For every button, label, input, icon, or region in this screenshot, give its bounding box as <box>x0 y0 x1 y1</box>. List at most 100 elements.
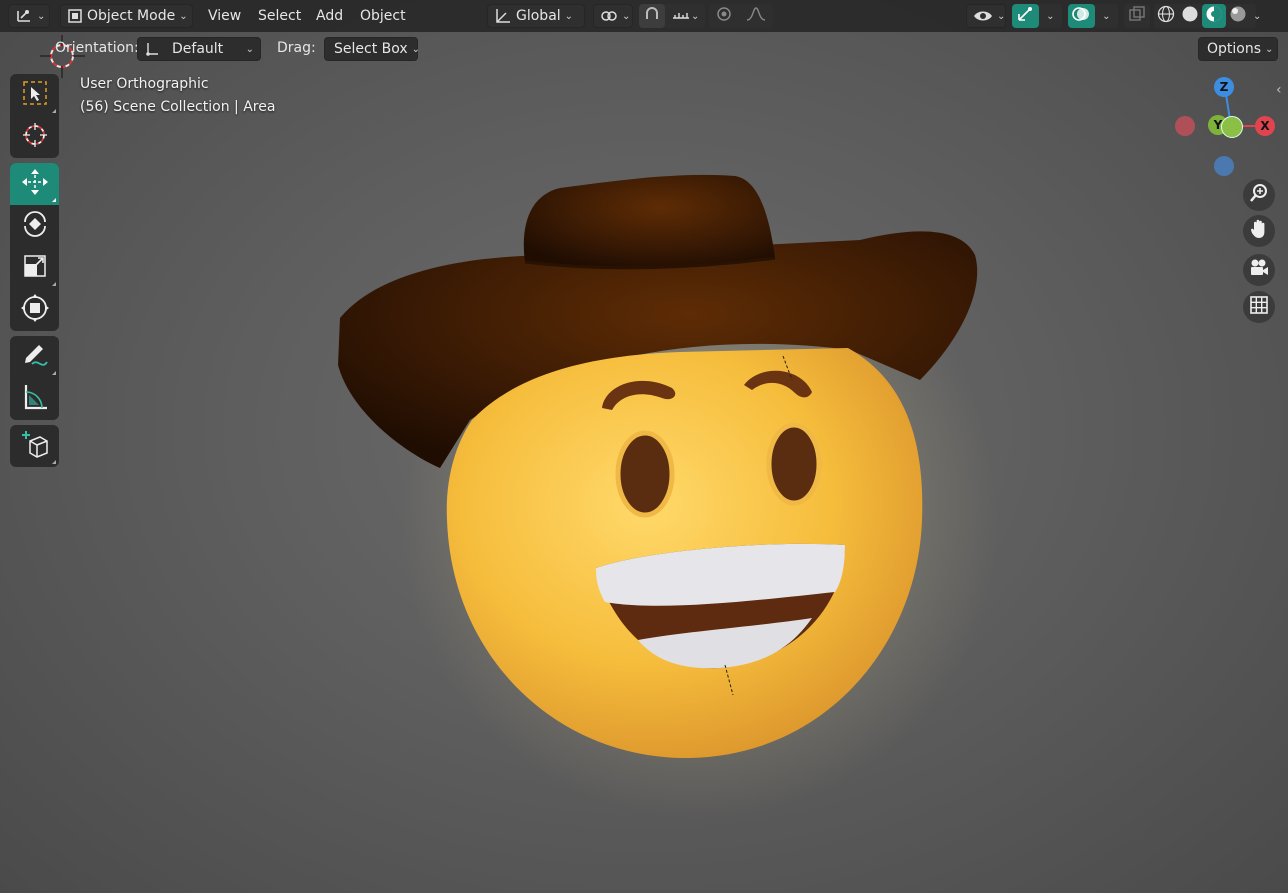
menu-select[interactable]: Select <box>250 4 309 28</box>
shading-material-button[interactable] <box>1202 4 1226 28</box>
chevron-down-icon: ⌄ <box>37 10 46 22</box>
proportional-group <box>709 4 773 28</box>
proportional-edit-icon <box>716 6 732 26</box>
select-box-icon <box>21 79 49 111</box>
viewport-header: ⌄ Object Mode ⌄ View Select Add Object G… <box>0 0 1288 32</box>
pan-button[interactable] <box>1243 215 1275 247</box>
snap-increment-icon <box>671 7 691 25</box>
menu-add[interactable]: Add <box>308 4 351 28</box>
grid-icon <box>1249 295 1269 319</box>
rendered-icon <box>1229 5 1247 27</box>
pivot-link-icon <box>600 9 618 23</box>
menu-view[interactable]: View <box>200 4 249 28</box>
options-dropdown[interactable]: Options ⌄ <box>1198 37 1278 61</box>
snap-toggle[interactable] <box>639 4 666 28</box>
tool-settings-header: Orientation: Default ⌄ Drag: Select Box … <box>0 32 1288 65</box>
snap-icon <box>644 6 660 26</box>
axis-z-button[interactable]: Z <box>1214 77 1234 97</box>
chevron-down-icon: ⌄ <box>245 43 254 55</box>
chevron-down-icon: ⌄ <box>997 10 1006 22</box>
camera-view-button[interactable] <box>1243 254 1275 286</box>
axis-x-label: X <box>1260 119 1270 133</box>
overlays-dropdown[interactable]: ⌄ <box>1095 4 1118 28</box>
axis-neg-z-button[interactable] <box>1214 156 1234 176</box>
move-icon <box>20 167 50 201</box>
axis-neg-y-button[interactable] <box>1221 116 1243 138</box>
gizmo-dropdown[interactable]: ⌄ <box>1039 4 1062 28</box>
shading-rendered-button[interactable] <box>1226 4 1250 28</box>
transform-orientation-selector[interactable]: Global ⌄ <box>487 4 585 28</box>
tool-scale[interactable] <box>10 247 59 289</box>
falloff-curve-icon <box>746 7 766 25</box>
viewport-scene[interactable] <box>0 0 1288 893</box>
material-preview-icon <box>1205 5 1223 27</box>
transform-icon <box>20 293 50 327</box>
tool-measure[interactable] <box>10 378 59 420</box>
rotate-icon <box>20 209 50 243</box>
object-mode-icon <box>67 8 83 24</box>
orientation-dropdown[interactable]: Default ⌄ <box>137 37 261 61</box>
options-label: Options <box>1207 41 1262 57</box>
proportional-edit-toggle[interactable] <box>709 4 738 28</box>
overlays-toggle[interactable] <box>1068 4 1095 28</box>
collection-info: (56) Scene Collection | Area <box>80 99 276 115</box>
add-cube-icon <box>20 429 50 463</box>
camera-icon <box>1248 258 1270 282</box>
gizmo-group: ⌄ <box>1012 4 1062 28</box>
shading-wireframe-button[interactable] <box>1154 4 1178 28</box>
chevron-down-icon: ⌄ <box>1265 43 1274 55</box>
xray-toggle[interactable] <box>1124 4 1150 28</box>
shading-solid-button[interactable] <box>1178 4 1202 28</box>
wireframe-icon <box>1157 5 1175 27</box>
xray-icon <box>1129 6 1145 26</box>
scale-icon <box>21 252 49 284</box>
sidebar-expand-arrow[interactable]: ‹ <box>1276 82 1282 98</box>
hand-icon <box>1249 218 1269 244</box>
transform-orientation-label: Global <box>516 8 561 24</box>
snap-target-selector[interactable]: ⌄ <box>665 4 705 28</box>
mode-selector[interactable]: Object Mode ⌄ <box>60 4 193 28</box>
annotate-icon <box>20 340 50 374</box>
overlays-icon <box>1072 5 1090 27</box>
left-eye <box>615 430 675 518</box>
toolbar <box>10 74 59 472</box>
drag-dropdown[interactable]: Select Box ⌄ <box>324 37 421 61</box>
tool-annotate[interactable] <box>10 336 59 378</box>
axis-z-label: Z <box>1219 80 1229 94</box>
visibility-selector[interactable]: ⌄ <box>966 4 1006 28</box>
navigation-gizmo[interactable]: Z Y X <box>1170 74 1280 184</box>
tool-rotate[interactable] <box>10 205 59 247</box>
chevron-down-icon: ⌄ <box>179 10 188 22</box>
chevron-down-icon: ⌄ <box>1102 10 1111 22</box>
gizmo-icon <box>1016 6 1034 26</box>
tool-cursor[interactable] <box>10 116 59 158</box>
view-name: User Orthographic <box>80 76 209 92</box>
measure-icon <box>20 382 50 416</box>
tool-transform[interactable] <box>10 289 59 331</box>
axis-neg-x-button[interactable] <box>1175 116 1195 136</box>
orientation-icon <box>494 8 512 24</box>
orientation-value: Default <box>172 41 224 57</box>
editor-type-button[interactable]: ⌄ <box>8 4 50 28</box>
axis-x-button[interactable]: X <box>1255 116 1275 136</box>
pivot-point-selector[interactable]: ⌄ <box>593 4 633 28</box>
falloff-selector[interactable] <box>738 4 773 28</box>
chevron-down-icon: ⌄ <box>411 43 421 55</box>
tool-move[interactable] <box>10 163 59 205</box>
chevron-down-icon: ⌄ <box>564 10 574 22</box>
perspective-toggle-button[interactable] <box>1243 291 1275 323</box>
cursor-icon <box>21 121 49 153</box>
solid-icon <box>1181 5 1199 27</box>
menu-object[interactable]: Object <box>352 4 414 28</box>
orientation-default-icon <box>144 41 160 57</box>
tool-add-cube[interactable] <box>10 425 59 467</box>
chevron-down-icon: ⌄ <box>1046 10 1055 22</box>
zoom-button[interactable] <box>1243 179 1275 211</box>
gizmo-toggle[interactable] <box>1012 4 1039 28</box>
editor-type-icon <box>15 8 33 24</box>
tool-select-box[interactable] <box>10 74 59 116</box>
shading-dropdown[interactable]: ⌄ <box>1250 4 1264 28</box>
orientation-label: Orientation: <box>55 40 139 56</box>
overlays-group: ⌄ <box>1068 4 1118 28</box>
drag-value: Select Box <box>334 41 408 57</box>
